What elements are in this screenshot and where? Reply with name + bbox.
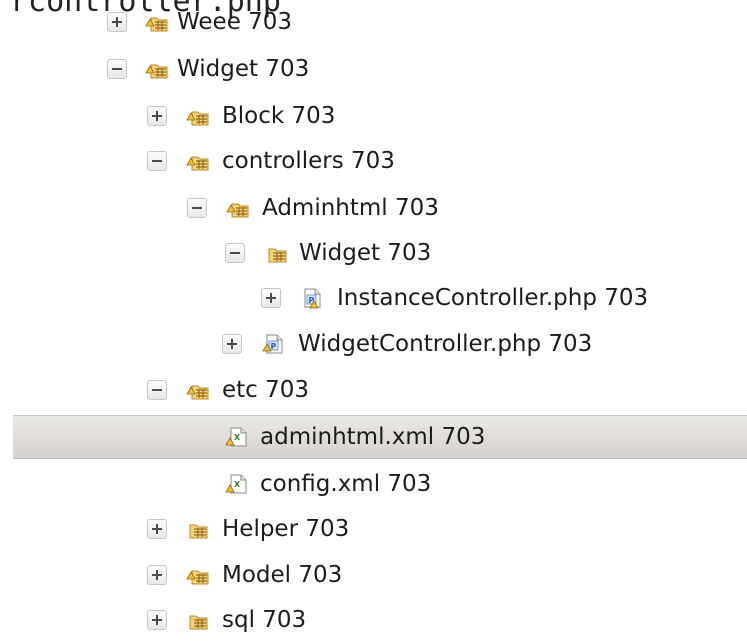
tree-item-etc[interactable]: etc 703 (0, 368, 747, 412)
package-folder-icon (186, 385, 209, 400)
tree-item-helper[interactable]: Helper 703 (0, 507, 747, 551)
tree-item-model[interactable]: Model 703 (0, 553, 747, 597)
tree-item-block[interactable]: Block 703 (0, 94, 747, 138)
tree-item-label: Adminhtml 703 (262, 195, 439, 221)
collapse-toggle-icon[interactable] (147, 380, 167, 400)
package-folder-icon (186, 156, 209, 171)
package-folder-icon (186, 111, 209, 126)
tree-item-label: Widget 703 (177, 56, 310, 82)
tree-item-label: InstanceController.php 703 (337, 285, 649, 311)
collapse-toggle-icon[interactable] (225, 243, 245, 263)
svg-text:X: X (234, 433, 241, 442)
tree-item-weee[interactable]: Weee 703 (0, 0, 747, 44)
tree-item-label: Widget 703 (299, 240, 432, 266)
tree-item-label: WidgetController.php 703 (298, 331, 593, 357)
tree-item-label: config.xml 703 (260, 471, 432, 497)
project-explorer-tree: Weee 703 Widget 703 Block 703 controller… (0, 0, 747, 635)
svg-text:X: X (234, 480, 241, 489)
tree-item-label: Block 703 (222, 103, 336, 129)
expand-toggle-icon[interactable] (147, 519, 167, 539)
expand-toggle-icon[interactable] (147, 106, 167, 126)
tree-item-label: Helper 703 (222, 516, 350, 542)
tree-item-label: controllers 703 (222, 148, 395, 174)
tree-item-label: Weee 703 (177, 9, 293, 35)
svg-text:P: P (271, 342, 277, 351)
package-folder-icon (189, 615, 208, 630)
package-folder-icon (186, 570, 209, 585)
collapse-toggle-icon[interactable] (187, 198, 207, 218)
tree-item-widgetcontroller[interactable]: P WidgetController.php 703 (0, 322, 747, 366)
expand-toggle-icon[interactable] (222, 334, 242, 354)
expand-toggle-icon[interactable] (147, 565, 167, 585)
expand-toggle-icon[interactable] (107, 12, 127, 32)
tree-item-adminhtml-xml[interactable]: X adminhtml.xml 703 (13, 415, 747, 459)
tree-item-label: Model 703 (222, 562, 343, 588)
tree-item-label: sql 703 (222, 607, 307, 633)
package-folder-icon (189, 524, 208, 539)
tree-item-label: etc 703 (222, 377, 310, 403)
package-folder-icon (268, 248, 287, 263)
expand-toggle-icon[interactable] (147, 610, 167, 630)
tree-item-widget[interactable]: Widget 703 (0, 47, 747, 91)
expand-toggle-icon[interactable] (261, 288, 281, 308)
xml-file-icon: X (225, 474, 247, 494)
package-folder-icon (226, 203, 249, 218)
tree-item-widget-nested[interactable]: Widget 703 (0, 231, 747, 275)
tree-item-label: adminhtml.xml 703 (260, 424, 486, 450)
php-file-icon: P (304, 288, 321, 309)
collapse-toggle-icon[interactable] (107, 59, 127, 79)
tree-item-sql[interactable]: sql 703 (0, 598, 747, 642)
collapse-toggle-icon[interactable] (147, 151, 167, 171)
php-file-icon: P (262, 334, 283, 354)
package-folder-icon (145, 64, 168, 79)
tree-item-config-xml[interactable]: X config.xml 703 (0, 462, 747, 506)
tree-item-instancecontroller[interactable]: P InstanceController.php 703 (0, 276, 747, 320)
xml-file-icon: X (225, 427, 247, 447)
package-folder-icon (145, 17, 168, 32)
tree-item-adminhtml[interactable]: Adminhtml 703 (0, 186, 747, 230)
tree-item-controllers[interactable]: controllers 703 (0, 139, 747, 183)
